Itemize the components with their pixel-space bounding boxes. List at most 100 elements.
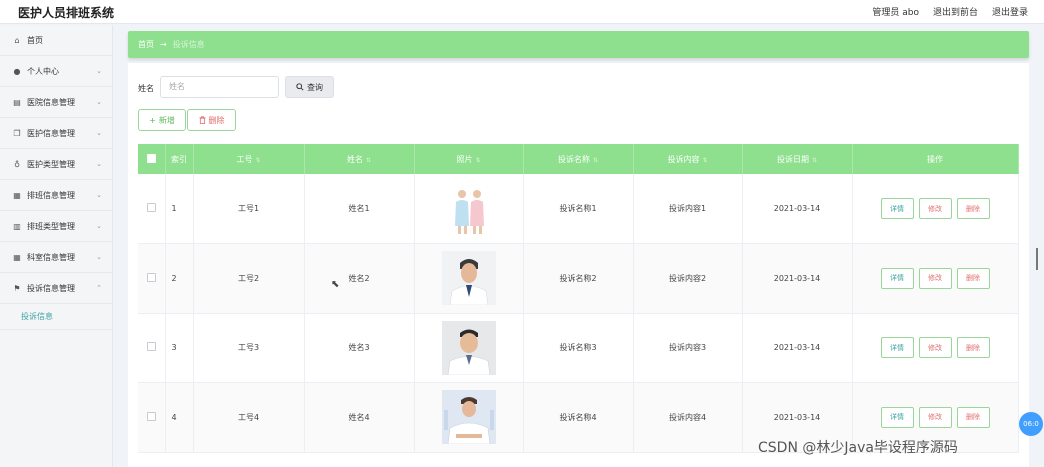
breadcrumb-current: 投诉信息 (172, 40, 205, 49)
sidebar-item-schedule-info[interactable]: ▦ 排班信息管理 ⌄ (0, 180, 112, 211)
row-checkbox-cell[interactable] (138, 382, 166, 453)
row-index: 3 (165, 313, 194, 383)
sidebar-item-staff-type[interactable]: ♁ 医护类型管理 ⌄ (0, 149, 112, 180)
detail-button[interactable]: 详情 (880, 267, 914, 289)
trash-icon (198, 116, 206, 124)
header-label: 姓名 (346, 154, 363, 164)
row-complaint-date: 2021-03-14 (742, 174, 853, 244)
sort-icon[interactable]: ⇅ (812, 157, 817, 164)
sidebar-item-label: 医护类型管理 (27, 159, 75, 169)
arrow-right-icon: → (160, 40, 167, 49)
add-button-label: 新增 (158, 115, 175, 125)
header-complaint-content[interactable]: 投诉内容 ⇅ (633, 144, 743, 174)
sidebar-item-label: 首页 (27, 35, 43, 45)
breadcrumb: 首页 → 投诉信息 (128, 31, 1029, 58)
row-name: 姓名1 (304, 174, 415, 244)
delete-button[interactable]: 删除 (956, 406, 990, 428)
chevron-down-icon: ⌄ (96, 129, 102, 137)
detail-button[interactable]: 详情 (880, 198, 914, 219)
floating-timer-badge[interactable]: 06:0 (1019, 412, 1043, 436)
top-bar: 医护人员排班系统 管理员 abo 退出到前台 退出登录 (0, 0, 1044, 24)
row-staff-no: 工号2 (193, 243, 305, 314)
delete-button[interactable]: 删除 (956, 267, 990, 289)
header-staff-no[interactable]: 工号 ⇅ (193, 144, 305, 174)
row-checkbox[interactable] (146, 411, 156, 421)
row-operations: 详情 修改 删除 (852, 313, 1019, 383)
search-button[interactable]: 查询 (285, 76, 334, 98)
header-label: 投诉日期 (776, 154, 809, 164)
row-complaint-date: 2021-03-14 (742, 243, 853, 314)
sidebar-item-complaint-info[interactable]: ⚑ 投诉信息管理 ⌃ (0, 273, 112, 304)
row-checkbox-cell[interactable] (138, 313, 166, 383)
plus-icon: + (149, 115, 156, 125)
header-label: 工号 (236, 154, 253, 164)
complaint-table: 索引 工号 ⇅ 姓名 ⇅ 照片 ⇅ 投诉名称 ⇅ 投诉内容 ⇅ 投诉日期 ⇅ 操作 1 工号… (138, 144, 1019, 453)
doctor-photo[interactable] (441, 390, 496, 445)
row-staff-no: 工号4 (193, 382, 305, 453)
row-checkbox-cell[interactable] (138, 174, 166, 244)
row-checkbox[interactable] (146, 342, 156, 352)
sidebar-item-staff-info[interactable]: ❐ 医护信息管理 ⌄ (0, 118, 112, 149)
row-checkbox[interactable] (146, 203, 156, 212)
chevron-down-icon: ⌄ (96, 98, 102, 106)
copy-icon: ❐ (13, 128, 21, 138)
row-complaint-title: 投诉名称4 (523, 382, 634, 453)
sort-icon[interactable]: ⇅ (255, 157, 260, 164)
select-all-cell[interactable] (138, 144, 166, 174)
sidebar-item-label: 医护信息管理 (27, 128, 75, 138)
row-index: 4 (165, 382, 194, 453)
header-name[interactable]: 姓名 ⇅ (304, 144, 415, 174)
row-photo-cell (414, 174, 524, 244)
sidebar-item-schedule-type[interactable]: ▥ 排班类型管理 ⌄ (0, 211, 112, 242)
delete-button[interactable]: 删除 (956, 198, 990, 219)
chevron-down-icon: ⌄ (96, 222, 102, 230)
sidebar-item-hospital-info[interactable]: ▤ 医院信息管理 ⌄ (0, 87, 112, 118)
sort-icon[interactable]: ⇅ (702, 157, 707, 164)
to-front-link[interactable]: 退出到前台 (933, 5, 978, 18)
home-icon: ⌂ (14, 35, 20, 45)
row-checkbox-cell[interactable] (138, 243, 166, 314)
clipboard-icon: ▦ (13, 190, 21, 200)
edit-button[interactable]: 修改 (918, 406, 952, 428)
top-right-links: 管理员 abo 退出到前台 退出登录 (872, 5, 1028, 18)
sidebar-item-home[interactable]: ⌂ 首页 (0, 25, 112, 56)
sort-icon[interactable]: ⇅ (475, 157, 480, 164)
nurses-photo[interactable] (441, 181, 496, 236)
mouse-cursor-icon: ⬉ (331, 279, 340, 290)
row-complaint-date: 2021-03-14 (742, 313, 853, 383)
sidebar-item-label: 医院信息管理 (27, 97, 75, 107)
scrollbar-thumb[interactable] (1036, 248, 1038, 270)
chevron-up-icon: ⌃ (96, 284, 102, 292)
header-index: 索引 (165, 144, 194, 174)
detail-button[interactable]: 详情 (880, 406, 914, 428)
edit-button[interactable]: 修改 (918, 267, 952, 289)
select-all-checkbox[interactable] (146, 153, 156, 163)
document-icon: ▤ (13, 97, 21, 107)
delete-button[interactable]: 删除 (956, 337, 990, 359)
doctor-photo[interactable] (441, 251, 496, 306)
row-name: 姓名3 (304, 313, 415, 383)
bulk-delete-button[interactable]: 删除 (187, 109, 236, 131)
search-input[interactable]: 姓名 (160, 76, 279, 98)
sort-icon[interactable]: ⇅ (593, 157, 598, 164)
logout-link[interactable]: 退出登录 (992, 5, 1028, 18)
sort-icon[interactable]: ⇅ (366, 157, 371, 164)
sidebar-subitem-complaint[interactable]: 投诉信息 (0, 304, 112, 330)
doctor-photo[interactable] (441, 320, 496, 375)
sidebar-item-department-info[interactable]: ▦ 科室信息管理 ⌄ (0, 242, 112, 273)
detail-button[interactable]: 详情 (880, 337, 914, 359)
header-photo[interactable]: 照片 ⇅ (414, 144, 524, 174)
header-complaint-title[interactable]: 投诉名称 ⇅ (523, 144, 634, 174)
header-complaint-date[interactable]: 投诉日期 ⇅ (742, 144, 853, 174)
breadcrumb-home[interactable]: 首页 (138, 39, 154, 50)
row-complaint-title: 投诉名称2 (523, 243, 634, 314)
sidebar-item-personal-center[interactable]: ● 个人中心 ⌄ (0, 56, 112, 87)
sidebar-item-label: 科室信息管理 (27, 252, 75, 262)
row-name: 姓名4 (304, 382, 415, 453)
header-label: 照片 (456, 154, 473, 164)
row-checkbox[interactable] (146, 272, 156, 282)
chevron-down-icon: ⌄ (96, 67, 102, 75)
add-button[interactable]: + 新增 (138, 109, 186, 131)
edit-button[interactable]: 修改 (918, 198, 952, 219)
edit-button[interactable]: 修改 (918, 337, 952, 359)
